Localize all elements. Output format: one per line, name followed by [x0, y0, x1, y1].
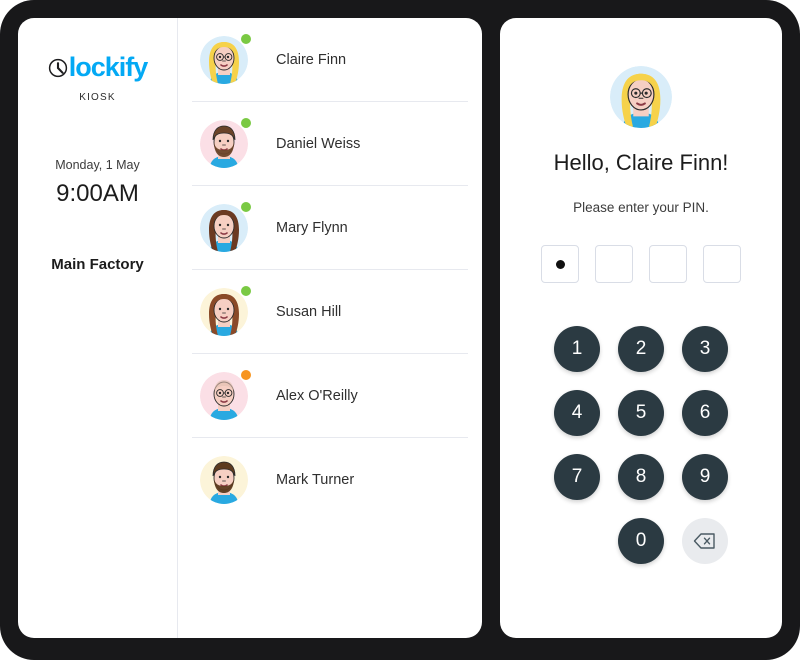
kiosk-pin-panel: Hello, Claire Finn! Please enter your PI…: [500, 18, 782, 638]
avatar: [200, 33, 251, 84]
selected-user-avatar: [610, 66, 672, 128]
keypad-cell: 8: [609, 445, 673, 509]
workspace-name: Main Factory: [51, 256, 144, 273]
current-time: 9:00AM: [56, 180, 139, 207]
avatar: [200, 117, 251, 168]
user-list-item[interactable]: Susan Hill: [192, 270, 468, 354]
keypad-key-5[interactable]: 5: [618, 390, 664, 436]
pin-digit-box-4[interactable]: [703, 245, 741, 283]
keypad-cell: 3: [673, 317, 737, 381]
brand-block: lockify KIOSK: [18, 54, 177, 103]
kiosk-list-panel: lockify KIOSK Monday, 1 May 9:00AM Main …: [18, 18, 482, 638]
keypad-key-8[interactable]: 8: [618, 454, 664, 500]
avatar-image: [200, 456, 248, 504]
avatar: [200, 285, 251, 336]
datetime-block: Monday, 1 May 9:00AM: [18, 158, 177, 208]
kiosk-screenshot: lockify KIOSK Monday, 1 May 9:00AM Main …: [0, 0, 800, 660]
user-list-item[interactable]: Mary Flynn: [192, 186, 468, 270]
pin-filled-dot: [555, 259, 565, 269]
user-name-label: Claire Finn: [276, 51, 347, 68]
pin-keypad[interactable]: 123 456 7890: [545, 317, 737, 573]
keypad-key-3[interactable]: 3: [682, 326, 728, 372]
user-name-label: Susan Hill: [276, 303, 342, 320]
pin-digit-box-1[interactable]: [541, 245, 579, 283]
current-date: Monday, 1 May: [55, 158, 140, 172]
brand-subtitle: KIOSK: [79, 91, 116, 103]
user-name-label: Mark Turner: [276, 472, 355, 488]
keypad-cell: 1: [545, 317, 609, 381]
sidebar: lockify KIOSK Monday, 1 May 9:00AM Main …: [18, 18, 178, 638]
keypad-key-4[interactable]: 4: [554, 390, 600, 436]
greeting-text: Hello, Claire Finn!: [553, 150, 729, 175]
user-list-item[interactable]: Claire Finn: [192, 18, 468, 102]
avatar-image: [200, 119, 248, 168]
pin-digit-box-2[interactable]: [595, 245, 633, 283]
keypad-key-7[interactable]: 7: [554, 454, 600, 500]
keypad-cell: 6: [673, 381, 737, 445]
keypad-key-6[interactable]: 6: [682, 390, 728, 436]
avatar: [200, 369, 251, 420]
status-dot-online: [241, 285, 251, 296]
user-name-label: Alex O'Reilly: [276, 387, 358, 404]
keypad-cell: 9: [673, 445, 737, 509]
backspace-icon: [693, 533, 715, 549]
keypad-key-1[interactable]: 1: [554, 326, 600, 372]
backspace-key[interactable]: [682, 518, 728, 564]
keypad-cell: [673, 509, 737, 573]
keypad-key-2[interactable]: 2: [618, 326, 664, 372]
pin-digit-box-3[interactable]: [649, 245, 687, 283]
avatar-image: [200, 371, 248, 420]
user-list[interactable]: Claire Finn Daniel Weiss Mary Flynn Susan H…: [178, 18, 482, 638]
avatar: [200, 456, 248, 504]
user-name-label: Mary Flynn: [276, 219, 348, 236]
clockify-logo: lockify: [45, 54, 151, 81]
keypad-cell: 4: [545, 381, 609, 445]
user-name-label: Daniel Weiss: [276, 135, 361, 152]
avatar-image: [200, 203, 248, 252]
keypad-cell: 0: [609, 509, 673, 573]
status-dot-online: [241, 117, 251, 128]
avatar-image: [200, 35, 248, 84]
keypad-cell: 5: [609, 381, 673, 445]
user-list-item[interactable]: Daniel Weiss: [192, 102, 468, 186]
pin-input-group[interactable]: [541, 245, 741, 283]
keypad-key-9[interactable]: 9: [682, 454, 728, 500]
status-dot-online: [241, 33, 251, 44]
user-list-item[interactable]: Alex O'Reilly: [192, 354, 468, 438]
status-dot-away: [241, 369, 251, 380]
clockify-clock-icon: [45, 55, 71, 81]
keypad-empty-cell: [545, 509, 609, 573]
user-list-item[interactable]: Mark Turner: [192, 438, 468, 522]
keypad-cell: 7: [545, 445, 609, 509]
status-dot-online: [241, 201, 251, 212]
keypad-cell: 2: [609, 317, 673, 381]
pin-prompt-text: Please enter your PIN.: [573, 200, 709, 215]
avatar-image: [200, 287, 248, 336]
brand-wordmark: lockify: [68, 52, 149, 82]
avatar: [200, 201, 251, 252]
keypad-key-0[interactable]: 0: [618, 518, 664, 564]
